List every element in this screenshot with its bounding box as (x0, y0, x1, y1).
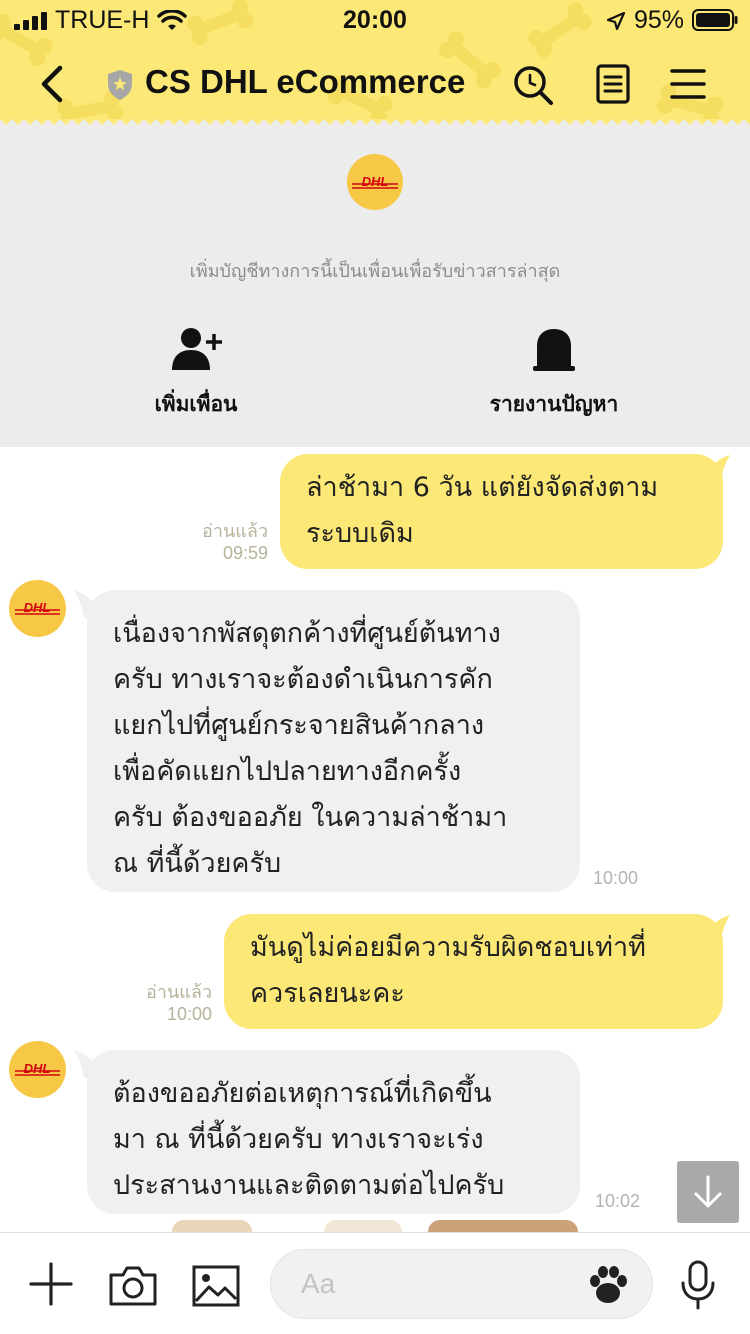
scroll-to-bottom-button[interactable] (677, 1161, 739, 1223)
microphone-icon[interactable] (678, 1259, 718, 1311)
back-chevron-icon[interactable] (36, 64, 66, 104)
notes-icon[interactable] (596, 64, 630, 104)
svg-text:DHL: DHL (24, 1061, 51, 1076)
plus-icon[interactable] (28, 1261, 74, 1307)
message-input-field[interactable] (270, 1249, 653, 1319)
outgoing-message-bubble[interactable]: ล่าช้ามา 6 วัน แต่ยังจัดส่งตาม ระบบเดิม (280, 454, 723, 569)
camera-icon[interactable] (108, 1263, 158, 1307)
sender-avatar[interactable]: DHL (9, 1041, 66, 1098)
add-friend-icon (172, 328, 222, 370)
message-input-bar (0, 1232, 750, 1334)
report-label: รายงานปัญหา (489, 392, 619, 416)
arrow-down-icon (694, 1175, 722, 1208)
next-message-peek (172, 1220, 252, 1232)
message-text: ล่าช้ามา 6 วัน แต่ยังจัดส่งตาม ระบบเดิม (306, 472, 659, 549)
sender-avatar[interactable]: DHL (9, 580, 66, 637)
incoming-message-bubble[interactable]: เนื่องจากพัสดุตกค้างที่ศูนย์ต้นทาง ครับ … (87, 590, 580, 892)
add-friend-label: เพิ่มเพื่อน (154, 392, 238, 416)
dhl-logo: DHL (347, 154, 403, 210)
message-meta: อ่านแล้ว 10:00 (124, 981, 212, 1025)
account-description: เพิ่มบัญชีทางการนี้เป็นเพื่อนเพื่อรับข่า… (189, 261, 561, 282)
message-meta: 10:00 (593, 867, 663, 889)
message-text: เนื่องจากพัสดุตกค้างที่ศูนย์ต้นทาง ครับ … (113, 618, 508, 879)
message-time: 09:59 (222, 543, 268, 563)
message-text: มันดูไม่ค่อยมีความรับผิดชอบเท่าที่ ควรเล… (250, 932, 646, 1009)
status-bar: TRUE-H 20:00 95% (0, 0, 750, 40)
message-meta: 10:02 (595, 1190, 665, 1212)
location-arrow-icon (606, 11, 626, 31)
svg-text:DHL: DHL (24, 600, 51, 615)
search-icon[interactable] (512, 64, 554, 106)
message-time: 10:02 (595, 1191, 641, 1211)
report-tombstone-icon (533, 329, 575, 371)
header-zigzag-edge (0, 119, 750, 126)
hamburger-menu-icon[interactable] (670, 68, 706, 100)
chat-header: TRUE-H 20:00 95% CS DHL eCommerce (0, 0, 750, 126)
sticker-paw-icon[interactable] (586, 1263, 630, 1307)
message-time: 10:00 (593, 868, 639, 888)
next-message-peek (324, 1220, 402, 1232)
battery-percent: 95% (633, 6, 684, 34)
chat-screen: TRUE-H 20:00 95% CS DHL eCommerce DHL เพ… (0, 0, 750, 1334)
account-info-panel: DHL เพิ่มบัญชีทางการนี้เป็นเพื่อนเพื่อรั… (0, 126, 750, 447)
image-icon[interactable] (192, 1265, 240, 1307)
battery-icon (692, 9, 738, 31)
nav-bar: CS DHL eCommerce (0, 50, 750, 120)
read-receipt: อ่านแล้ว (202, 521, 268, 541)
incoming-message-bubble[interactable]: ต้องขออภัยต่อเหตุการณ์ที่เกิดขึ้น มา ณ ท… (87, 1050, 580, 1214)
read-receipt: อ่านแล้ว (146, 982, 212, 1002)
chat-title: CS DHL eCommerce (145, 63, 466, 100)
add-friend-button[interactable]: เพิ่มเพื่อน (96, 326, 296, 421)
svg-text:DHL: DHL (362, 174, 389, 189)
message-time: 10:00 (166, 1004, 212, 1024)
message-list: อ่านแล้ว 09:59 ล่าช้ามา 6 วัน แต่ยังจัดส… (0, 447, 750, 1232)
verified-shield-icon (108, 70, 132, 100)
report-button[interactable]: รายงานปัญหา (454, 326, 654, 421)
outgoing-message-bubble[interactable]: มันดูไม่ค่อยมีความรับผิดชอบเท่าที่ ควรเล… (224, 914, 723, 1029)
message-text: ต้องขออภัยต่อเหตุการณ์ที่เกิดขึ้น มา ณ ท… (113, 1078, 505, 1201)
message-text-input[interactable] (301, 1262, 571, 1306)
message-meta: อ่านแล้ว 09:59 (180, 520, 268, 564)
next-message-peek (428, 1220, 578, 1232)
